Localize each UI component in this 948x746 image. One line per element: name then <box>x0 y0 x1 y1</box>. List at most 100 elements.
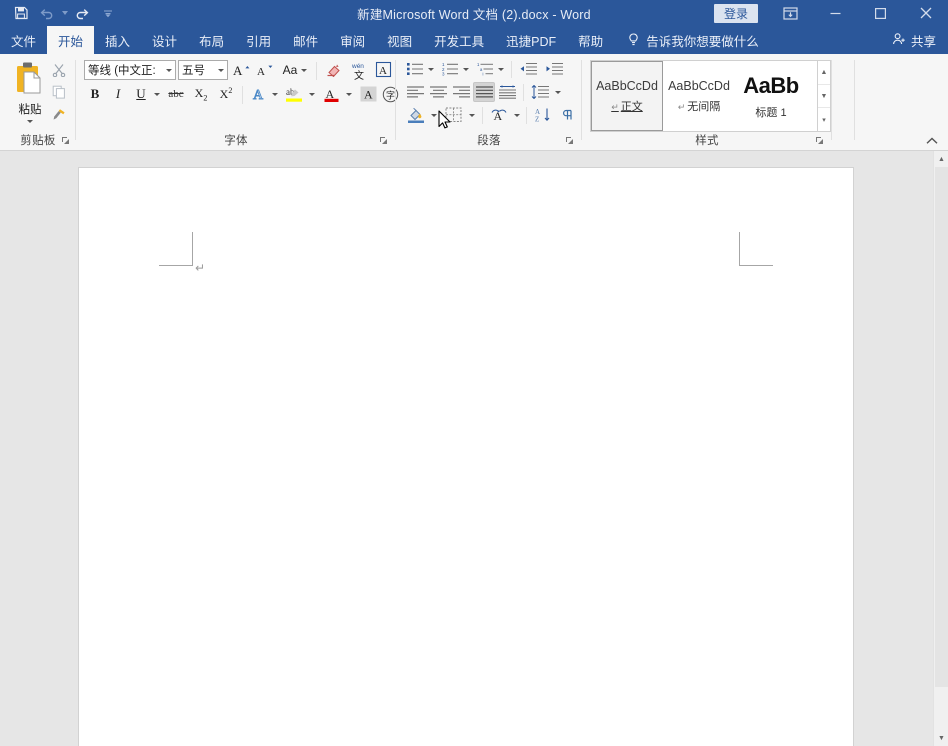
tab-home[interactable]: 开始 <box>47 26 94 54</box>
bold-button[interactable]: B <box>84 84 106 104</box>
styles-scroll-up-button[interactable]: ▲ <box>818 61 830 85</box>
text-highlight-button[interactable]: ab <box>282 84 306 104</box>
align-right-button[interactable] <box>450 82 472 102</box>
scroll-down-button[interactable]: ▼ <box>934 730 948 746</box>
numbering-button[interactable]: 123 <box>439 59 461 79</box>
clear-formatting-button[interactable] <box>322 60 346 80</box>
borders-dropdown-icon[interactable] <box>466 105 478 125</box>
tab-file[interactable]: 文件 <box>0 26 47 54</box>
superscript-button[interactable]: X2 <box>214 84 238 104</box>
underline-button[interactable]: U <box>130 84 152 104</box>
minimize-button[interactable] <box>813 0 858 26</box>
font-size-dropdown-icon[interactable] <box>214 69 227 72</box>
ribbon-display-options-button[interactable] <box>768 0 813 26</box>
text-highlight-dropdown-icon[interactable] <box>306 84 318 104</box>
clipboard-dialog-launcher[interactable] <box>61 136 72 147</box>
style-item-heading-1[interactable]: AaBb 标题 1 <box>735 61 807 131</box>
align-left-button[interactable] <box>404 82 426 102</box>
collapse-ribbon-button[interactable] <box>924 133 940 149</box>
increase-indent-button[interactable] <box>542 59 566 79</box>
svg-text:Z: Z <box>535 116 539 124</box>
tab-layout[interactable]: 布局 <box>188 26 235 54</box>
character-shading-button[interactable]: A <box>357 84 379 104</box>
style-name: ↵无间隔 <box>678 98 721 114</box>
decrease-indent-button[interactable] <box>516 59 540 79</box>
tab-help[interactable]: 帮助 <box>567 26 614 54</box>
italic-button[interactable]: I <box>107 84 129 104</box>
strikethrough-button[interactable]: abc <box>164 84 188 104</box>
font-dialog-launcher[interactable] <box>379 136 390 147</box>
phonetic-guide-icon: wén文 <box>350 60 368 80</box>
style-item-no-spacing[interactable]: AaBbCcDd ↵无间隔 <box>663 61 735 131</box>
multilevel-list-dropdown-icon[interactable] <box>495 59 507 79</box>
document-workspace[interactable]: ↵ <box>0 151 933 746</box>
show-formatting-marks-button[interactable] <box>557 105 579 125</box>
styles-more-button[interactable]: ▾ <box>818 108 830 131</box>
tab-insert[interactable]: 插入 <box>94 26 141 54</box>
tab-design[interactable]: 设计 <box>141 26 188 54</box>
align-center-button[interactable] <box>427 82 449 102</box>
line-spacing-button[interactable] <box>528 82 552 102</box>
font-name-dropdown-icon[interactable] <box>162 69 175 72</box>
paste-button[interactable]: 粘贴 <box>8 58 52 136</box>
margin-mark-top-left <box>159 232 193 266</box>
vertical-scrollbar[interactable]: ▲ ▼ <box>933 151 948 746</box>
bullets-button[interactable] <box>404 59 426 79</box>
shrink-font-button[interactable]: A <box>254 60 276 80</box>
tab-developer[interactable]: 开发工具 <box>423 26 495 54</box>
character-border-button[interactable]: A <box>372 59 394 80</box>
sign-in-button[interactable]: 登录 <box>714 4 758 23</box>
distribute-icon <box>499 85 516 99</box>
justify-icon <box>476 86 493 99</box>
copy-button[interactable] <box>48 82 70 102</box>
text-effects-dropdown-icon[interactable] <box>269 84 281 104</box>
font-name-combo[interactable]: 等线 (中文正: <box>84 60 176 80</box>
paragraph-dialog-launcher[interactable] <box>565 136 576 147</box>
paste-icon <box>13 61 47 99</box>
shading-button[interactable] <box>404 105 428 125</box>
document-page[interactable]: ↵ <box>79 168 853 746</box>
style-item-normal[interactable]: AaBbCcDd ↵正文 <box>591 61 663 131</box>
format-painter-button[interactable] <box>48 104 70 124</box>
decrease-indent-icon <box>519 62 537 76</box>
multilevel-list-button[interactable]: 1ai <box>474 59 496 79</box>
styles-dialog-launcher[interactable] <box>815 136 826 147</box>
text-effects-button[interactable]: A <box>248 84 270 104</box>
change-case-button[interactable]: Aa <box>279 60 311 80</box>
tab-mailings[interactable]: 邮件 <box>282 26 329 54</box>
bullet-list-icon <box>407 62 424 76</box>
font-color-dropdown-icon[interactable] <box>343 84 355 104</box>
distribute-button[interactable] <box>496 82 518 102</box>
asian-layout-dropdown-icon[interactable] <box>511 105 523 125</box>
phonetic-guide-button[interactable]: wén文 <box>348 58 370 81</box>
shading-dropdown-icon[interactable] <box>428 105 440 125</box>
borders-button[interactable] <box>442 105 466 125</box>
close-button[interactable] <box>903 0 948 26</box>
style-preview: AaBb <box>743 73 798 99</box>
sort-button[interactable]: AZ <box>531 105 555 125</box>
font-color-button[interactable]: A <box>319 84 343 104</box>
tab-view[interactable]: 视图 <box>376 26 423 54</box>
line-spacing-icon <box>531 85 549 99</box>
numbering-dropdown-icon[interactable] <box>460 59 472 79</box>
maximize-button[interactable] <box>858 0 903 26</box>
tab-references[interactable]: 引用 <box>235 26 282 54</box>
scrollbar-thumb[interactable] <box>935 167 948 687</box>
tell-me-search[interactable]: 告诉我你想要做什么 <box>614 26 759 54</box>
line-spacing-dropdown-icon[interactable] <box>552 82 564 102</box>
scroll-up-button[interactable]: ▲ <box>934 151 948 167</box>
tab-review[interactable]: 审阅 <box>329 26 376 54</box>
asian-layout-button[interactable]: A <box>487 105 511 125</box>
subscript-button[interactable]: X2 <box>189 84 213 104</box>
paste-label: 粘贴 <box>19 101 42 117</box>
tab-xunjie-pdf[interactable]: 迅捷PDF <box>495 26 567 54</box>
grow-font-button[interactable]: A <box>231 60 253 80</box>
cut-button[interactable] <box>48 60 70 80</box>
underline-dropdown-icon[interactable] <box>151 84 163 104</box>
share-button[interactable]: 共享 <box>892 26 936 54</box>
font-size-combo[interactable]: 五号 <box>178 60 228 80</box>
justify-button[interactable] <box>473 82 495 102</box>
styles-scroll-down-button[interactable]: ▼ <box>818 85 830 109</box>
bullets-dropdown-icon[interactable] <box>425 59 437 79</box>
paste-dropdown-icon[interactable] <box>27 120 33 123</box>
